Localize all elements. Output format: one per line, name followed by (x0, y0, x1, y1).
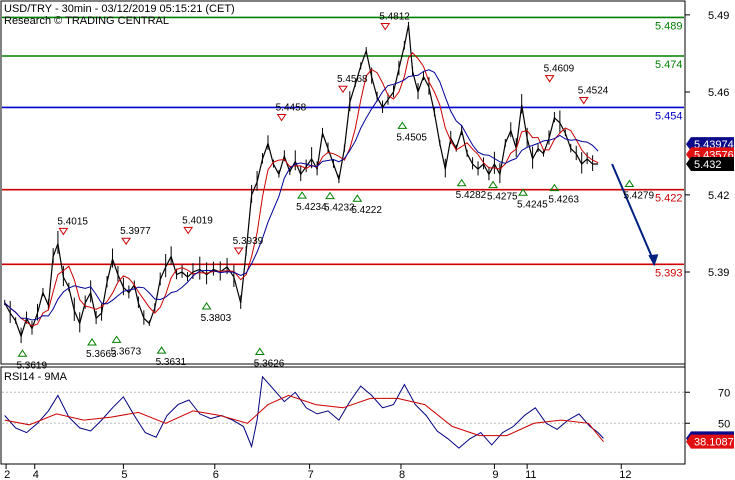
low-label: 5.4222 (351, 205, 382, 216)
canvas-background (0, 0, 735, 480)
x-tick-label: 2 (4, 469, 10, 480)
high-label: 5.3977 (120, 226, 151, 237)
x-tick-label: 11 (525, 469, 536, 480)
high-label: 5.4458 (276, 103, 307, 114)
y-tick-label: 5.46 (708, 87, 729, 99)
low-label: 5.3803 (201, 313, 232, 324)
source-line: Research © TRADING CENTRAL (4, 15, 169, 27)
low-label: 5.4505 (396, 132, 427, 143)
high-label: 5.4568 (337, 74, 368, 85)
high-label: 5.4524 (578, 86, 609, 97)
x-tick-label: 6 (213, 469, 219, 480)
high-label: 5.4609 (544, 64, 575, 75)
y-tick-label: 5.49 (708, 10, 729, 22)
low-label: 5.4234 (296, 202, 327, 213)
level-label: 5.454 (655, 110, 683, 122)
level-label: 5.422 (655, 193, 683, 205)
low-label: 5.3673 (111, 346, 142, 357)
y-tick-label: 5.42 (708, 190, 729, 202)
x-tick-label: 12 (619, 469, 631, 480)
low-label: 5.4263 (548, 195, 579, 206)
low-label: 5.3631 (156, 357, 187, 368)
high-label: 5.4812 (379, 11, 410, 22)
rsi-title: RSI14 - 9MA (4, 371, 68, 383)
x-tick-label: 8 (399, 469, 405, 480)
x-tick-label: 4 (33, 469, 39, 480)
level-label: 5.474 (655, 59, 683, 71)
rsi-y-tick-label: 70 (718, 387, 730, 399)
level-label: 5.393 (655, 267, 683, 279)
x-tick-label: 5 (121, 469, 127, 480)
low-label: 5.4279 (623, 191, 654, 202)
rsi-tag-label: 38.1087 (694, 437, 734, 449)
low-label: 5.4245 (517, 199, 548, 210)
level-label: 5.489 (655, 20, 683, 32)
chart-canvas: 5.4895.4745.4545.4225.393 5.36195.40155.… (0, 0, 735, 480)
y-tick-label: 5.39 (708, 267, 729, 279)
high-label: 5.4019 (182, 215, 213, 226)
low-label: 5.3619 (16, 360, 47, 371)
high-label: 5.3939 (233, 236, 264, 247)
low-label: 5.4275 (487, 192, 518, 203)
high-label: 5.4015 (57, 216, 88, 227)
chart-title: USD/TRY - 30min - 03/12/2019 05:15:21 (C… (4, 3, 235, 15)
rsi-y-tick-label: 50 (718, 418, 730, 430)
x-tick-label: 7 (308, 469, 314, 480)
low-label: 5.3626 (254, 358, 285, 369)
price-tag-label: 5.432 (694, 159, 722, 171)
low-label: 5.4282 (456, 190, 487, 201)
x-tick-label: 9 (492, 469, 498, 480)
